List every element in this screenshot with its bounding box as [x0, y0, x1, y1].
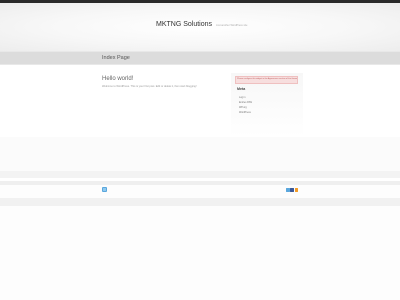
meta-list: Log in Entries RSS WP.org WordPress [239, 95, 252, 115]
rss-icon[interactable] [294, 188, 299, 192]
page-bottom [0, 206, 400, 300]
site-title[interactable]: MKTNG Solutions [156, 21, 212, 28]
twitter-icon[interactable] [102, 187, 107, 192]
facebook-icon[interactable] [290, 188, 294, 192]
site-header: MKTNG Solutions Just another WordPress s… [0, 3, 400, 51]
post-excerpt: Welcome to WordPress. This is your first… [102, 85, 197, 88]
site-footer [0, 185, 400, 198]
post-title[interactable]: Hello world! [102, 76, 226, 82]
page-title-bar: Index Page [0, 51, 400, 65]
footer-divider [0, 171, 400, 178]
widget-notice-text: Please configure this widget in the Appe… [237, 78, 297, 80]
social-icons [286, 188, 299, 192]
meta-widget-title: Meta [237, 87, 246, 91]
page-title: Index Page [102, 55, 130, 61]
sidebar: Please configure this widget in the Appe… [231, 73, 303, 137]
meta-item-wordpress[interactable]: WordPress [239, 110, 252, 115]
footer-bottom-bar [0, 198, 400, 206]
content-background [0, 137, 400, 171]
widget-notice: Please configure this widget in the Appe… [235, 76, 298, 84]
twitter-icon[interactable] [286, 188, 290, 192]
main-content: Hello world! Welcome to WordPress. This … [102, 76, 226, 88]
site-tagline: Just another WordPress site [216, 24, 248, 27]
